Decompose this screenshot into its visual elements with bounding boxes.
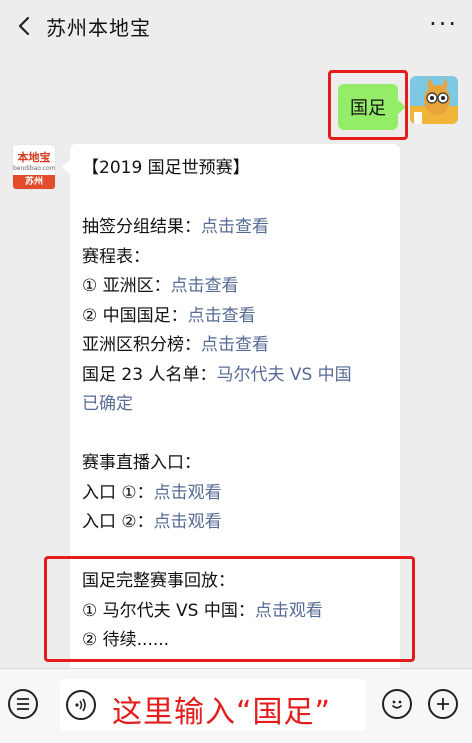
input-toolbar: 这里输入“国足” bbox=[0, 668, 472, 743]
china-schedule-link[interactable]: 点击查看 bbox=[188, 306, 256, 326]
user-avatar[interactable] bbox=[410, 76, 458, 124]
replay-2-line: ② 待续...... bbox=[82, 630, 170, 650]
standings-label: 亚洲区积分榜： bbox=[82, 335, 201, 355]
brand-logo-city: 苏州 bbox=[13, 175, 55, 189]
voice-icon[interactable] bbox=[66, 690, 96, 720]
draw-result-label: 抽签分组结果： bbox=[82, 217, 201, 237]
brand-logo-text: 本地宝 bbox=[17, 151, 51, 164]
official-account-avatar[interactable]: 本地宝 bendibao.com 苏州 bbox=[12, 144, 56, 190]
cartoon-avatar-icon bbox=[410, 76, 458, 124]
brand-logo-sub: bendibao.com bbox=[13, 165, 56, 172]
roster-link[interactable]: 马尔代夫 VS 中国 bbox=[216, 365, 351, 385]
back-icon[interactable] bbox=[14, 14, 34, 38]
entry-1-label: 入口 ①： bbox=[82, 482, 154, 503]
standings-line: 亚洲区积分榜：点击查看 bbox=[82, 331, 388, 361]
draw-result-link[interactable]: 点击查看 bbox=[201, 217, 269, 237]
standings-link[interactable]: 点击查看 bbox=[201, 335, 269, 355]
asia-schedule-link[interactable]: 点击查看 bbox=[171, 276, 239, 296]
outgoing-message-bubble[interactable]: 国足 bbox=[338, 84, 406, 130]
replay-1-label: ① 马尔代夫 VS 中国： bbox=[82, 600, 255, 621]
entry-1-link[interactable]: 点击观看 bbox=[154, 483, 222, 503]
roster-line: 国足 23 人名单：马尔代夫 VS 中国 bbox=[82, 361, 388, 391]
china-schedule-label: ② 中国国足： bbox=[82, 305, 188, 326]
entry-2-label: 入口 ②： bbox=[82, 512, 154, 532]
schedule-label: 赛程表： bbox=[82, 246, 150, 267]
menu-icon[interactable] bbox=[8, 689, 38, 719]
input-annotation-text: 这里输入“国足” bbox=[112, 695, 332, 730]
replay-1-link[interactable]: 点击观看 bbox=[255, 601, 323, 621]
roster-link-continued[interactable]: 已确定 bbox=[82, 394, 133, 414]
add-icon[interactable] bbox=[428, 689, 458, 719]
roster-line-2: 已确定 bbox=[82, 390, 388, 420]
entry-1-line: 入口 ①：点击观看 bbox=[82, 479, 388, 509]
message-title: 【2019 国足世预赛】 bbox=[82, 158, 250, 178]
top-bar: 苏州本地宝 ··· bbox=[0, 0, 472, 52]
chat-title: 苏州本地宝 bbox=[46, 16, 151, 40]
asia-schedule-line: ① 亚洲区：点击查看 bbox=[82, 272, 388, 302]
live-entry-label: 赛事直播入口： bbox=[82, 453, 201, 473]
chat-area: 国足 本地宝 bendibao.com 苏州 【2019 国足世预赛】 抽签分组… bbox=[0, 52, 472, 712]
more-options-icon[interactable]: ··· bbox=[429, 10, 458, 38]
outgoing-message-text: 国足 bbox=[350, 98, 386, 119]
entry-2-link[interactable]: 点击观看 bbox=[154, 512, 222, 532]
roster-label: 国足 23 人名单： bbox=[82, 364, 217, 385]
incoming-message-bubble: 【2019 国足世预赛】 抽签分组结果：点击查看 赛程表： ① 亚洲区：点击查看… bbox=[62, 144, 400, 712]
draw-result-line: 抽签分组结果：点击查看 bbox=[82, 213, 388, 243]
asia-schedule-label: ① 亚洲区： bbox=[82, 276, 171, 296]
replay-1-line: ① 马尔代夫 VS 中国：点击观看 bbox=[82, 597, 388, 627]
entry-2-line: 入口 ②：点击观看 bbox=[82, 508, 388, 538]
emoji-icon[interactable] bbox=[382, 689, 412, 719]
message-input[interactable]: 这里输入“国足” bbox=[60, 679, 366, 731]
replay-label: 国足完整赛事回放： bbox=[82, 571, 235, 591]
china-schedule-line: ② 中国国足：点击查看 bbox=[82, 302, 388, 332]
